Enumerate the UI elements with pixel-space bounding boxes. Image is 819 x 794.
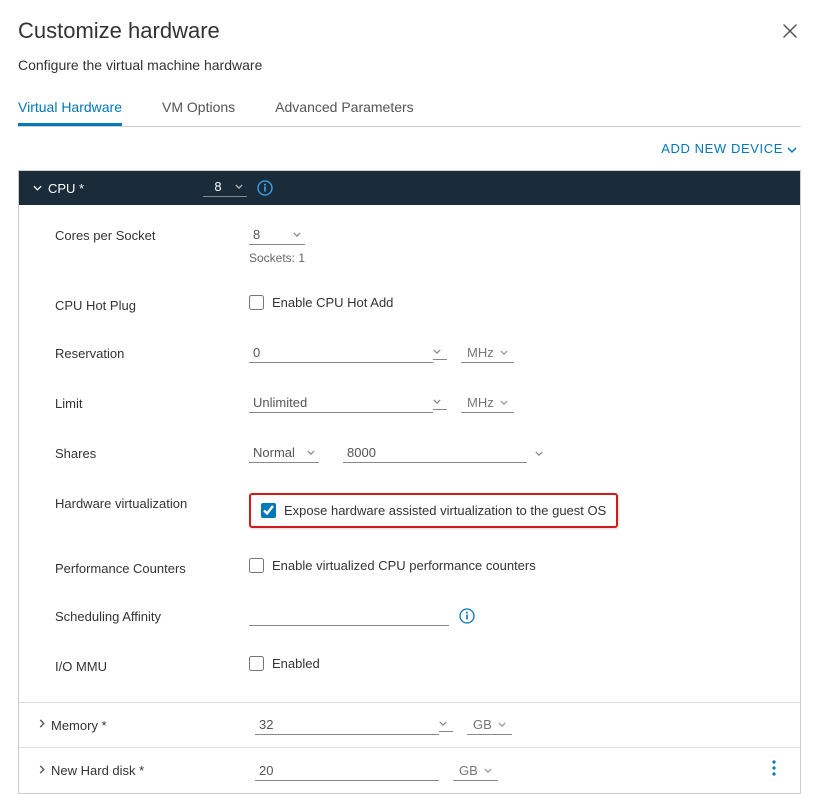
chevron-down-icon <box>307 447 315 458</box>
memory-unit-value: GB <box>473 717 492 732</box>
chevron-down-icon <box>484 765 492 776</box>
reservation-unit-value: MHz <box>467 345 494 360</box>
expose-hw-virt-checkbox[interactable]: Expose hardware assisted virtualization … <box>261 503 606 518</box>
memory-row[interactable]: Memory * GB <box>19 702 800 747</box>
io-mmu-input[interactable] <box>249 656 264 671</box>
limit-label: Limit <box>55 393 249 411</box>
cpu-section-header[interactable]: CPU * 8 <box>19 171 800 205</box>
info-icon[interactable] <box>459 608 475 624</box>
sockets-hint: Sockets: 1 <box>249 251 305 265</box>
chevron-down-icon <box>500 347 508 358</box>
chevron-down-icon <box>439 718 453 732</box>
shares-mode-select[interactable]: Normal <box>249 443 319 463</box>
reservation-label: Reservation <box>55 343 249 361</box>
cpu-hot-add-checkbox[interactable]: Enable CPU Hot Add <box>249 295 393 310</box>
memory-combo[interactable] <box>255 715 453 735</box>
chevron-down-icon <box>433 346 447 360</box>
reservation-combo[interactable] <box>249 343 447 363</box>
add-new-device-button[interactable]: ADD NEW DEVICE <box>661 141 797 156</box>
reservation-input[interactable] <box>249 343 433 363</box>
tab-vm-options[interactable]: VM Options <box>162 91 235 126</box>
close-icon[interactable] <box>779 18 801 47</box>
kebab-menu-icon[interactable] <box>766 760 782 781</box>
perf-counters-input[interactable] <box>249 558 264 573</box>
new-hard-disk-row[interactable]: New Hard disk * GB <box>19 747 800 793</box>
tabs: Virtual Hardware VM Options Advanced Par… <box>18 91 801 127</box>
cpu-hot-plug-label: CPU Hot Plug <box>55 295 249 313</box>
shares-value-input[interactable] <box>343 443 527 463</box>
cores-per-socket-value: 8 <box>253 227 285 242</box>
disk-size-combo[interactable] <box>255 761 439 781</box>
tab-virtual-hardware[interactable]: Virtual Hardware <box>18 91 122 126</box>
chevron-right-icon <box>39 719 45 731</box>
limit-unit-value: MHz <box>467 395 494 410</box>
shares-label: Shares <box>55 443 249 461</box>
limit-combo[interactable] <box>249 393 447 413</box>
disk-unit-value: GB <box>459 763 478 778</box>
hardware-panel: CPU * 8 Cores per Socket 8 <box>18 170 801 794</box>
chevron-down-icon <box>293 229 301 240</box>
cpu-count-value: 8 <box>207 179 229 194</box>
disk-size-input[interactable] <box>255 761 439 781</box>
add-new-device-label: ADD NEW DEVICE <box>661 141 783 156</box>
io-mmu-checkbox[interactable]: Enabled <box>249 656 320 671</box>
limit-unit-select[interactable]: MHz <box>461 393 514 413</box>
chevron-down-icon <box>498 719 506 730</box>
shares-mode-value: Normal <box>253 445 299 460</box>
chevron-down-icon <box>433 396 447 410</box>
cores-per-socket-select[interactable]: 8 <box>249 225 305 245</box>
performance-counters-label: Performance Counters <box>55 558 249 576</box>
cpu-hot-add-text: Enable CPU Hot Add <box>272 295 393 310</box>
cpu-count-select[interactable]: 8 <box>203 179 247 197</box>
cpu-section-label: CPU * <box>48 181 203 196</box>
chevron-right-icon <box>39 765 45 777</box>
hardware-virtualization-label: Hardware virtualization <box>55 493 249 511</box>
chevron-down-icon <box>235 181 243 192</box>
chevron-down-icon <box>527 448 551 459</box>
memory-unit-select[interactable]: GB <box>467 715 512 735</box>
dialog-subtitle: Configure the virtual machine hardware <box>18 57 801 73</box>
scheduling-affinity-input[interactable] <box>249 606 449 626</box>
hardware-virtualization-highlight: Expose hardware assisted virtualization … <box>249 493 618 528</box>
chevron-down-icon <box>500 397 508 408</box>
reservation-unit-select[interactable]: MHz <box>461 343 514 363</box>
chevron-down-icon <box>787 142 797 156</box>
tab-advanced-parameters[interactable]: Advanced Parameters <box>275 91 414 126</box>
memory-label: Memory * <box>51 718 255 733</box>
io-mmu-label: I/O MMU <box>55 656 249 674</box>
scheduling-affinity-label: Scheduling Affinity <box>55 606 249 624</box>
perf-counters-checkbox[interactable]: Enable virtualized CPU performance count… <box>249 558 536 573</box>
info-icon[interactable] <box>257 180 273 196</box>
expose-hw-virt-text: Expose hardware assisted virtualization … <box>284 503 606 518</box>
dialog-title: Customize hardware <box>18 18 220 44</box>
disk-unit-select[interactable]: GB <box>453 761 498 781</box>
cpu-hot-add-input[interactable] <box>249 295 264 310</box>
expose-hw-virt-input[interactable] <box>261 503 276 518</box>
memory-input[interactable] <box>255 715 439 735</box>
limit-input[interactable] <box>249 393 433 413</box>
perf-counters-text: Enable virtualized CPU performance count… <box>272 558 536 573</box>
io-mmu-text: Enabled <box>272 656 320 671</box>
cores-per-socket-label: Cores per Socket <box>55 225 249 243</box>
chevron-down-icon <box>33 182 42 194</box>
new-hard-disk-label: New Hard disk * <box>51 763 255 778</box>
